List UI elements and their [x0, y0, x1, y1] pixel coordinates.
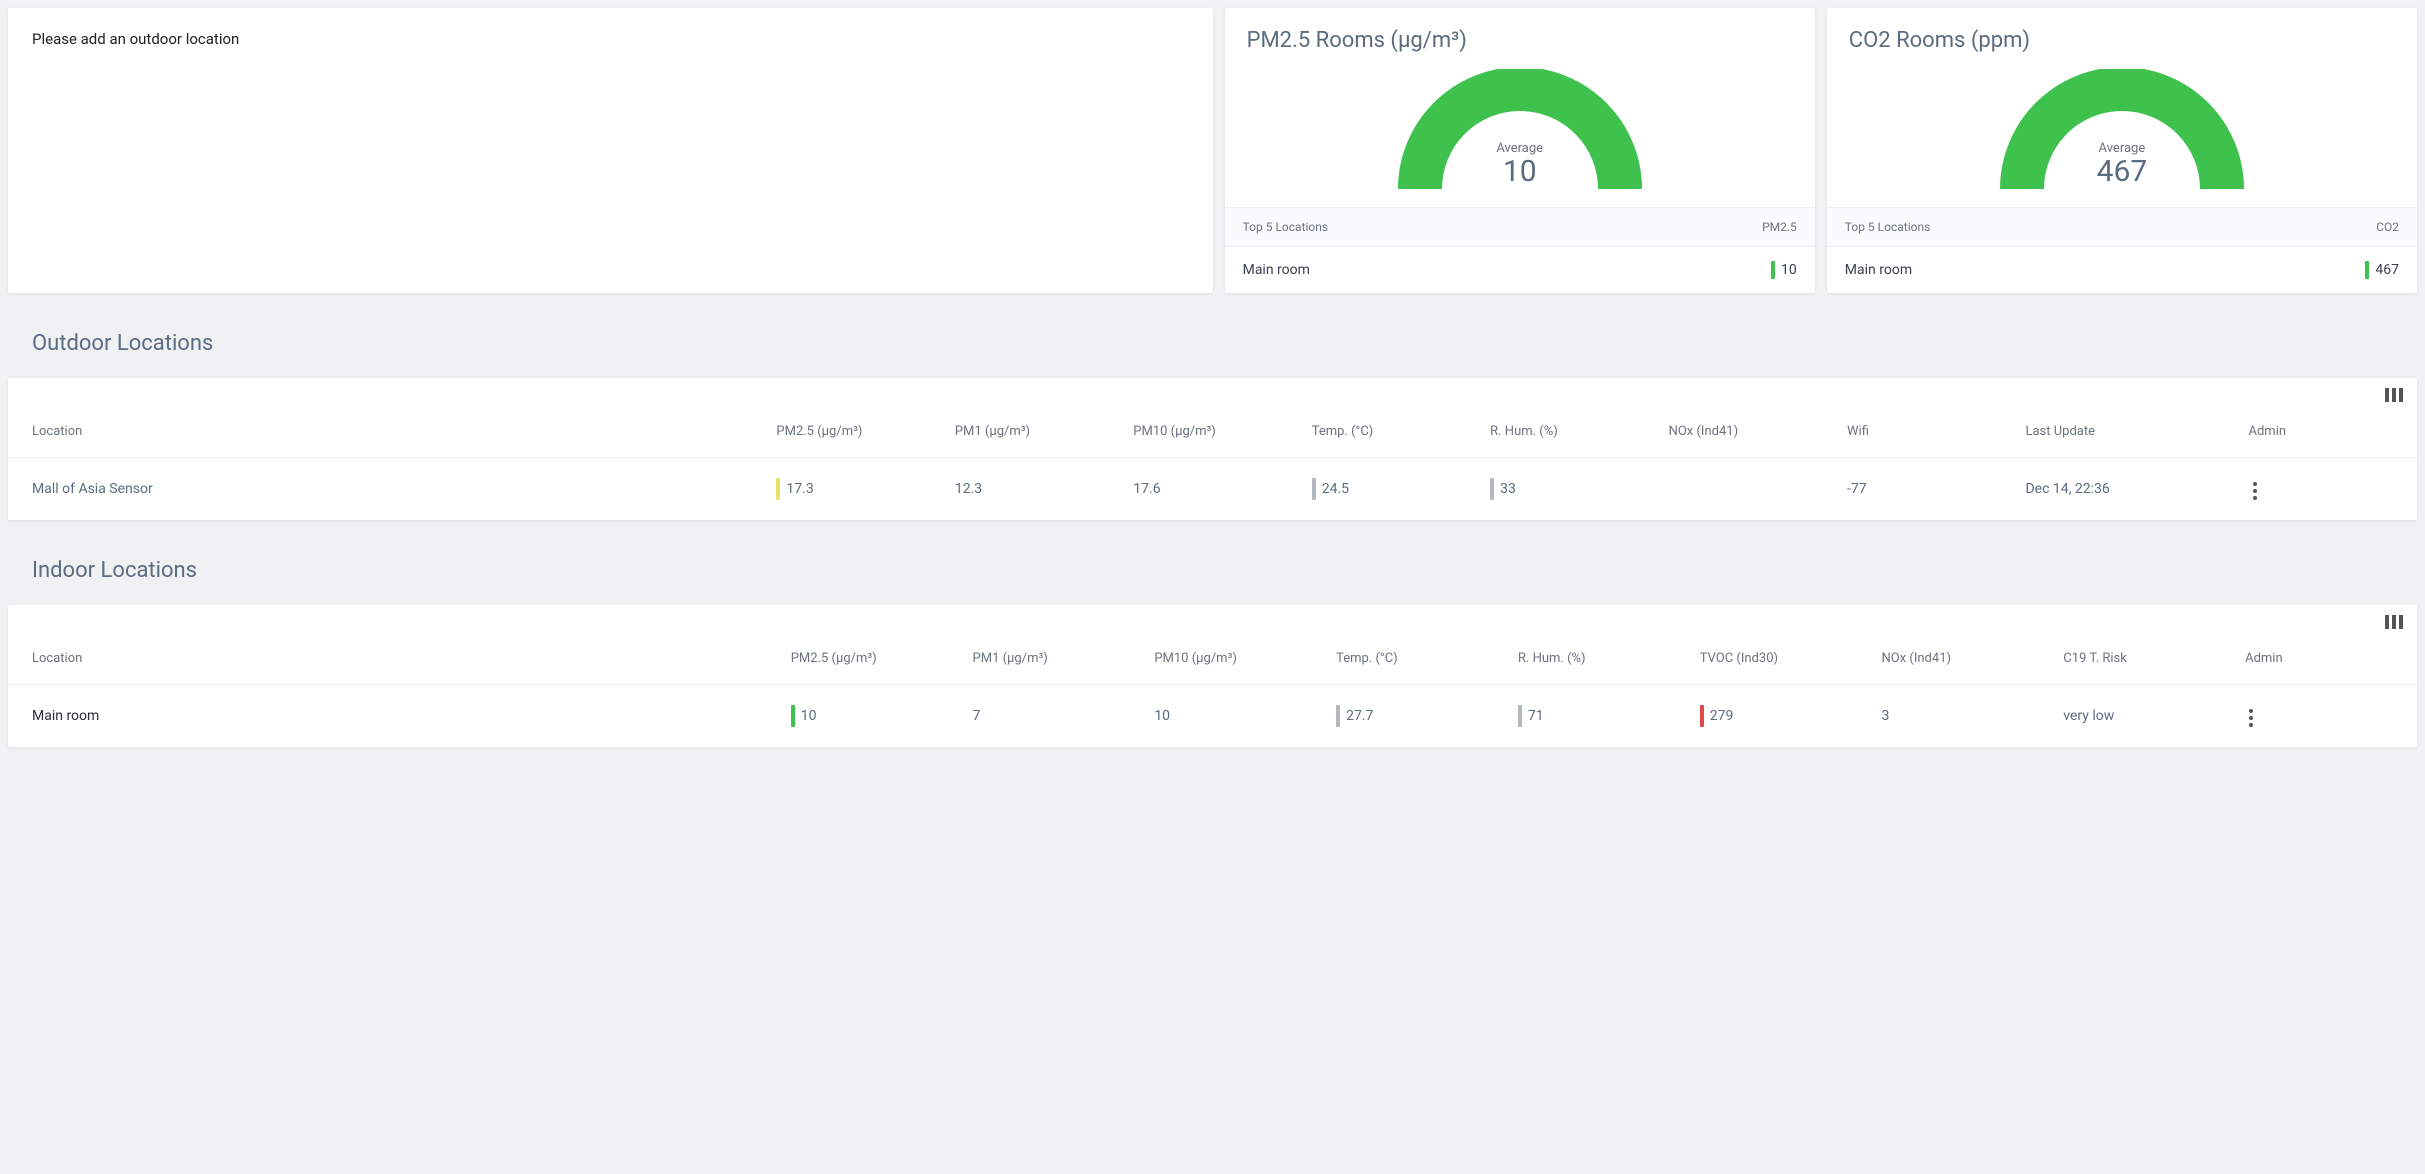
status-bar-icon [1771, 261, 1775, 279]
cell-rhum: 71 [1528, 708, 1544, 724]
gauge-location-row[interactable]: Main room 467 [1827, 246, 2417, 293]
status-bar-icon [1312, 478, 1316, 500]
status-bar-icon [1336, 705, 1340, 727]
cell-pm25: 10 [801, 708, 817, 724]
col-location[interactable]: Location [8, 410, 766, 458]
columns-icon[interactable] [2385, 388, 2403, 406]
table-row[interactable]: Main room 10 7 10 27.7 71 279 3 very low [8, 685, 2417, 748]
status-bar-icon [2365, 261, 2369, 279]
cell-nox: 3 [1872, 685, 2054, 748]
col-rhum[interactable]: R. Hum. (%) [1508, 637, 1690, 685]
gauge-row-name: Main room [1845, 262, 1912, 278]
status-bar-icon [1700, 705, 1704, 727]
col-temp[interactable]: Temp. (°C) [1302, 410, 1480, 458]
gauge-sub-header: Top 5 Locations CO2 [1827, 207, 2417, 246]
col-pm10[interactable]: PM10 (µg/m³) [1144, 637, 1326, 685]
indoor-section-title: Indoor Locations [8, 532, 2417, 605]
gauge-sub-left: Top 5 Locations [1845, 220, 1930, 234]
cell-wifi: -77 [1837, 458, 2015, 521]
cell-pm1: 7 [963, 685, 1145, 748]
status-bar-icon [1490, 478, 1494, 500]
col-admin[interactable]: Admin [2239, 410, 2418, 458]
col-pm10[interactable]: PM10 (µg/m³) [1123, 410, 1301, 458]
col-last-update[interactable]: Last Update [2015, 410, 2238, 458]
cell-pm10: 17.6 [1123, 458, 1301, 521]
outdoor-prompt-text: Please add an outdoor location [32, 30, 239, 48]
cell-last-update: Dec 14, 22:36 [2015, 458, 2238, 521]
outdoor-table: Location PM2.5 (µg/m³) PM1 (µg/m³) PM10 … [8, 410, 2417, 520]
cell-location: Main room [8, 685, 781, 748]
col-pm25[interactable]: PM2.5 (µg/m³) [781, 637, 963, 685]
status-bar-icon [776, 478, 780, 500]
outdoor-table-card: Location PM2.5 (µg/m³) PM1 (µg/m³) PM10 … [8, 378, 2417, 520]
table-row[interactable]: Mall of Asia Sensor 17.3 12.3 17.6 24.5 … [8, 458, 2417, 521]
col-pm1[interactable]: PM1 (µg/m³) [945, 410, 1123, 458]
col-location[interactable]: Location [8, 637, 781, 685]
col-nox[interactable]: NOx (Ind41) [1659, 410, 1837, 458]
gauge-sub-header: Top 5 Locations PM2.5 [1225, 207, 1815, 246]
gauge-card-pm25: PM2.5 Rooms (µg/m³) Average 10 Top 5 Loc… [1225, 8, 1815, 293]
status-bar-icon [791, 705, 795, 727]
col-tvoc[interactable]: TVOC (Ind30) [1690, 637, 1872, 685]
gauge-avg-value: 10 [1225, 154, 1815, 189]
gauge-sub-left: Top 5 Locations [1243, 220, 1328, 234]
indoor-table-card: Location PM2.5 (µg/m³) PM1 (µg/m³) PM10 … [8, 605, 2417, 747]
col-nox[interactable]: NOx (Ind41) [1872, 637, 2054, 685]
gauge-title: PM2.5 Rooms (µg/m³) [1225, 8, 1815, 63]
kebab-menu-icon[interactable] [2249, 478, 2261, 504]
gauge-sub-right: PM2.5 [1762, 220, 1797, 234]
outdoor-prompt-card: Please add an outdoor location [8, 8, 1213, 293]
col-c19[interactable]: C19 T. Risk [2053, 637, 2235, 685]
cell-temp: 27.7 [1346, 708, 1373, 724]
status-bar-icon [1518, 705, 1522, 727]
cell-tvoc: 279 [1710, 708, 1734, 724]
gauge-row-value: 467 [2375, 262, 2399, 278]
cell-temp: 24.5 [1322, 481, 1349, 497]
kebab-menu-icon[interactable] [2245, 705, 2257, 731]
cell-pm10: 10 [1144, 685, 1326, 748]
cell-pm25: 17.3 [786, 481, 813, 497]
cell-rhum: 33 [1500, 481, 1516, 497]
cell-c19: very low [2053, 685, 2235, 748]
gauge-row-name: Main room [1243, 262, 1310, 278]
col-admin[interactable]: Admin [2235, 637, 2417, 685]
cell-pm1: 12.3 [945, 458, 1123, 521]
col-pm25[interactable]: PM2.5 (µg/m³) [766, 410, 944, 458]
columns-icon[interactable] [2385, 615, 2403, 633]
gauge-title: CO2 Rooms (ppm) [1827, 8, 2417, 63]
gauge-avg-value: 467 [1827, 154, 2417, 189]
gauge-location-row[interactable]: Main room 10 [1225, 246, 1815, 293]
indoor-table: Location PM2.5 (µg/m³) PM1 (µg/m³) PM10 … [8, 637, 2417, 747]
col-temp[interactable]: Temp. (°C) [1326, 637, 1508, 685]
col-pm1[interactable]: PM1 (µg/m³) [963, 637, 1145, 685]
cell-nox [1659, 458, 1837, 521]
col-wifi[interactable]: Wifi [1837, 410, 2015, 458]
gauge-row-value: 10 [1781, 262, 1797, 278]
gauge-sub-right: CO2 [2376, 220, 2399, 234]
cell-location: Mall of Asia Sensor [8, 458, 766, 521]
gauge-card-co2: CO2 Rooms (ppm) Average 467 Top 5 Locati… [1827, 8, 2417, 293]
outdoor-section-title: Outdoor Locations [8, 305, 2417, 378]
col-rhum[interactable]: R. Hum. (%) [1480, 410, 1658, 458]
